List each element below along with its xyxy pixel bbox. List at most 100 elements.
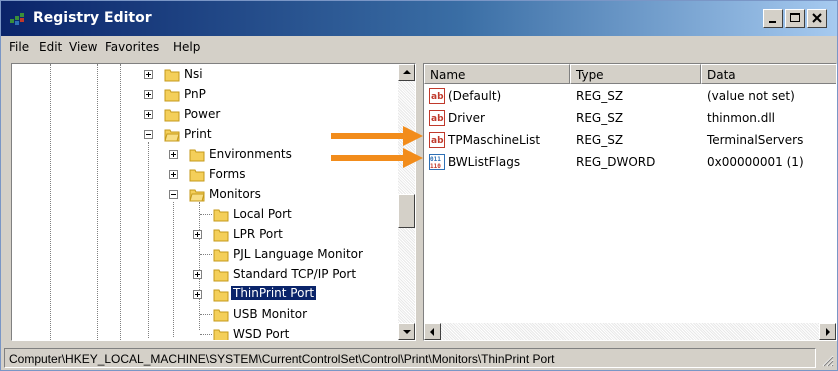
expand-icon[interactable] [144,70,153,79]
svg-text:110: 110 [430,163,441,170]
menu-edit[interactable]: Edit [39,40,62,54]
folder-icon [213,269,229,282]
key-tree-pane[interactable]: Nsi PnP Power Print Environments Forms M… [11,63,416,341]
tree-item-pjl-language-monitor[interactable]: PJL Language Monitor [12,244,392,264]
tree-item-label: LPR Port [233,227,283,241]
tree-item-usb-monitor[interactable]: USB Monitor [12,304,392,324]
value-row-tpmaschinelist[interactable]: ab TPMaschineList REG_SZ TerminalServers [424,130,824,150]
arrow-up-icon [403,70,411,74]
collapse-icon[interactable] [144,130,153,139]
tree-item-power[interactable]: Power [12,104,392,124]
expand-icon[interactable] [193,230,202,239]
scroll-thumb[interactable] [398,194,415,228]
maximize-button[interactable] [785,9,805,28]
menu-help[interactable]: Help [173,40,200,54]
value-data: TerminalServers [707,133,804,147]
svg-text:011: 011 [430,156,441,163]
tree-item-wsd-port[interactable]: WSD Port [12,324,392,340]
folder-icon [213,289,229,302]
value-data: (value not set) [707,89,795,103]
collapse-icon[interactable] [169,190,178,199]
tree-item-label-selected: ThinPrint Port [231,286,317,300]
dword-value-icon: 011 110 [429,154,445,170]
value-name: TPMaschineList [448,133,541,147]
folder-icon [213,209,229,222]
menu-favorites[interactable]: Favorites [105,40,159,54]
tree-item-label: Nsi [184,67,203,81]
folder-icon [189,149,205,162]
tree-item-label: PJL Language Monitor [233,247,363,261]
scroll-down-button[interactable] [398,323,415,340]
column-header-type[interactable]: Type [570,64,701,84]
tree-item-thinprint-port[interactable]: ThinPrint Port [12,284,392,304]
string-value-icon: ab [429,110,445,126]
value-row-bwlistflags[interactable]: 011 110 BWListFlags REG_DWORD 0x00000001… [424,152,824,172]
expand-icon[interactable] [193,270,202,279]
folder-icon [213,329,229,340]
callout-arrow-icon [331,148,423,168]
tree-item-local-port[interactable]: Local Port [12,204,392,224]
expand-icon[interactable] [169,150,178,159]
value-type: REG_SZ [576,133,624,147]
minimize-button[interactable] [763,9,783,28]
scroll-right-button[interactable] [819,323,836,340]
registry-editor-window: Registry Editor File Edit View Favorites… [0,0,838,371]
tree-item-standard-tcpip-port[interactable]: Standard TCP/IP Port [12,264,392,284]
folder-icon [213,249,229,262]
column-header-name[interactable]: Name [424,64,570,84]
folder-icon [213,229,229,242]
tree-item-label: Local Port [233,207,292,221]
tree-item-label: Environments [209,147,292,161]
expand-icon[interactable] [169,170,178,179]
tree-item-lpr-port[interactable]: LPR Port [12,224,392,244]
folder-icon [164,109,180,122]
expand-icon[interactable] [144,90,153,99]
folder-icon [164,89,180,102]
tree-connector [200,254,212,255]
svg-text:ab: ab [431,92,444,102]
column-header-data[interactable]: Data [701,64,836,84]
value-name: BWListFlags [448,155,521,169]
svg-text:ab: ab [431,114,444,124]
tree-item-pnp[interactable]: PnP [12,84,392,104]
status-path: Computer\HKEY_LOCAL_MACHINE\SYSTEM\Curre… [4,348,816,368]
folder-icon [164,69,180,82]
title-bar[interactable]: Registry Editor [1,1,837,36]
value-data: thinmon.dll [707,111,775,125]
tree-item-label: PnP [184,87,206,101]
tree-connector [200,314,212,315]
menu-view[interactable]: View [69,40,97,54]
list-horizontal-scrollbar[interactable] [424,323,836,340]
tree-item-label: Standard TCP/IP Port [233,267,357,281]
value-type: REG_SZ [576,89,624,103]
tree-item-label: Forms [209,167,246,181]
scroll-left-button[interactable] [424,323,441,340]
tree-item-nsi[interactable]: Nsi [12,64,392,84]
tree-connector [200,334,212,335]
values-list-pane[interactable]: Name Type Data ab (Default) REG_SZ (valu… [423,63,837,341]
expand-icon[interactable] [144,110,153,119]
folder-icon [213,309,229,322]
registry-editor-icon [10,13,24,25]
resize-grip-icon[interactable] [820,353,834,367]
menu-file[interactable]: File [9,40,29,54]
value-row-default[interactable]: ab (Default) REG_SZ (value not set) [424,86,824,106]
value-name: (Default) [448,89,502,103]
value-type: REG_SZ [576,111,624,125]
value-row-driver[interactable]: ab Driver REG_SZ thinmon.dll [424,108,824,128]
tree-item-label: Monitors [209,187,261,201]
status-bar: Computer\HKEY_LOCAL_MACHINE\SYSTEM\Curre… [1,346,837,370]
menu-bar: File Edit View Favorites Help [1,36,837,60]
maximize-icon [790,13,800,22]
tree-connector [200,214,212,215]
arrow-left-icon [430,328,434,336]
scroll-up-button[interactable] [398,64,415,81]
tree-item-label: Print [184,127,212,141]
svg-text:ab: ab [431,136,444,146]
tree-item-monitors[interactable]: Monitors [12,184,392,204]
expand-icon[interactable] [193,290,202,299]
callout-arrow-icon [331,126,423,146]
close-button[interactable] [807,9,827,28]
tree-vertical-scrollbar[interactable] [398,64,415,340]
string-value-icon: ab [429,132,445,148]
